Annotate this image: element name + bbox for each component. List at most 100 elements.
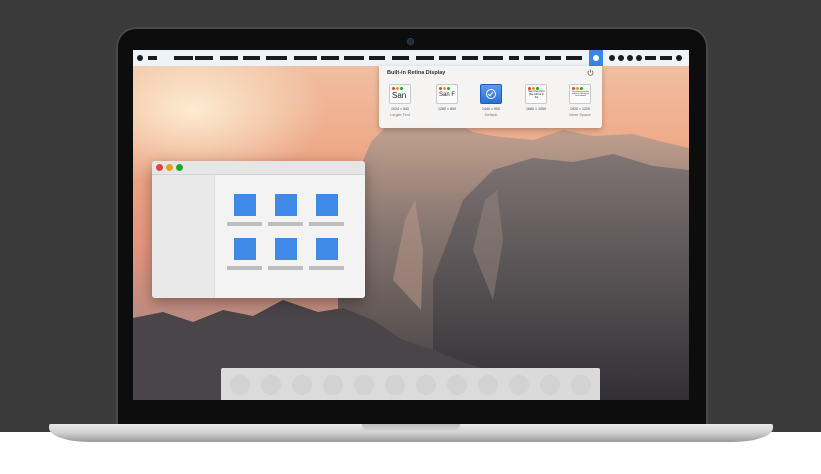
dock-app-icon[interactable] [509,375,529,395]
grid-item-icon[interactable] [316,238,338,260]
resolution-thumbnail: San [389,84,411,104]
resolution-dimensions: 1920 × 1200 [569,107,591,111]
minimize-button[interactable] [166,164,173,171]
grid-item-icon[interactable] [316,194,338,216]
apple-menu-icon[interactable] [137,55,143,61]
dock [221,368,600,400]
close-dot-icon [572,87,575,90]
window-content [215,175,365,298]
dock-app-icon[interactable] [416,375,436,395]
minimize-dot-icon [443,87,446,90]
resolution-dimensions: 1280 × 800 [437,107,457,111]
resolution-thumbnail [480,84,502,104]
close-dot-icon [439,87,442,90]
window-sidebar [152,175,215,298]
grid-item-icon[interactable] [234,238,256,260]
dock-app-icon[interactable] [292,375,312,395]
status-icon[interactable] [618,55,624,61]
resolution-thumbnail: San Francisco that will be in the layout… [569,84,591,104]
power-icon[interactable] [587,69,594,76]
zoom-button[interactable] [176,164,183,171]
minimize-dot-icon [576,87,579,90]
menu-item-placeholder[interactable] [243,56,260,60]
grid-item-icon[interactable] [234,194,256,216]
resolution-thumbnail: San F [436,84,458,104]
menu-item-placeholder[interactable] [195,56,213,60]
menu-item-placeholder[interactable] [266,56,287,60]
menu-item-placeholder[interactable] [321,56,339,60]
menu-item-placeholder[interactable] [545,56,561,60]
menu-item-placeholder[interactable] [566,56,582,60]
zoom-dot-icon [447,87,450,90]
status-icon[interactable] [676,55,682,61]
dock-app-icon[interactable] [354,375,374,395]
dock-app-icon[interactable] [261,375,281,395]
resolution-option-selected[interactable]: 1440 × 900 Default [473,84,509,128]
menu-item-placeholder[interactable] [416,56,434,60]
display-menu-extra[interactable] [589,50,603,66]
thumbnail-text: San Francisco that will be in the layout… [572,91,589,98]
dock-app-icon[interactable] [478,375,498,395]
thumbnail-text: San F [439,92,456,98]
grid-item-label [268,222,303,226]
grid-item-label [227,266,262,270]
status-icon[interactable] [609,55,615,61]
dock-app-icon[interactable] [447,375,467,395]
zoom-dot-icon [400,87,403,90]
menu-item-placeholder[interactable] [220,56,238,60]
menu-item-placeholder[interactable] [509,56,519,60]
close-button[interactable] [156,164,163,171]
display-resolution-popover: Built-in Retina Display San 1024 × 540 L… [379,66,602,128]
menu-item-placeholder[interactable] [369,56,385,60]
grid-item-icon[interactable] [275,238,297,260]
resolution-option[interactable]: San Francisco that will be in the layout… [562,84,598,128]
minimize-dot-icon [396,87,399,90]
popover-title: Built-in Retina Display [387,70,446,76]
status-item-placeholder[interactable] [645,56,656,60]
resolution-option[interactable]: San F 1280 × 800 [429,84,465,128]
menu-bar [133,50,689,66]
status-item-placeholder[interactable] [660,56,672,60]
dock-app-icon[interactable] [323,375,343,395]
window-titlebar[interactable] [152,161,365,175]
menu-item-placeholder[interactable] [392,56,409,60]
dock-app-icon[interactable] [230,375,250,395]
menu-item-placeholder[interactable] [294,56,317,60]
menu-item-placeholder[interactable] [174,56,193,60]
resolution-option[interactable]: San 1024 × 540 Larger Text [382,84,418,128]
grid-item-label [227,222,262,226]
resolution-option[interactable]: San Francisco that will be in the 1680 ×… [518,84,554,128]
dock-app-icon[interactable] [385,375,405,395]
menu-item-placeholder[interactable] [483,56,503,60]
resolution-dimensions: 1024 × 540 [390,107,410,111]
grid-item-label [309,222,344,226]
resolution-thumbnail: San Francisco that will be in the [525,84,547,104]
checkmark-icon [486,89,496,99]
resolution-caption: Larger Text [390,112,410,117]
camera [407,38,414,45]
grid-item-label [309,266,344,270]
app-window [152,161,365,298]
menu-item-placeholder[interactable] [148,56,157,60]
resolution-dimensions: 1680 × 1050 [525,107,547,111]
dock-app-icon[interactable] [571,375,591,395]
grid-item-label [268,266,303,270]
resolution-caption: More Space [569,112,591,117]
menu-item-placeholder[interactable] [462,56,478,60]
desktop-screen: Built-in Retina Display San 1024 × 540 L… [133,50,689,400]
grid-item-icon[interactable] [275,194,297,216]
dock-app-icon[interactable] [540,375,560,395]
display-icon [593,55,599,61]
thumbnail-text: San Francisco that will be in the [528,90,545,99]
laptop-notch [362,424,460,432]
menu-item-placeholder[interactable] [344,56,364,60]
close-dot-icon [392,87,395,90]
menu-item-placeholder[interactable] [439,56,456,60]
thumbnail-text: San [392,91,407,100]
status-icon[interactable] [636,55,642,61]
zoom-dot-icon [580,87,583,90]
status-icon[interactable] [627,55,633,61]
resolution-dimensions: 1440 × 900 [481,107,501,111]
resolution-caption: Default [484,112,498,117]
menu-item-placeholder[interactable] [524,56,540,60]
